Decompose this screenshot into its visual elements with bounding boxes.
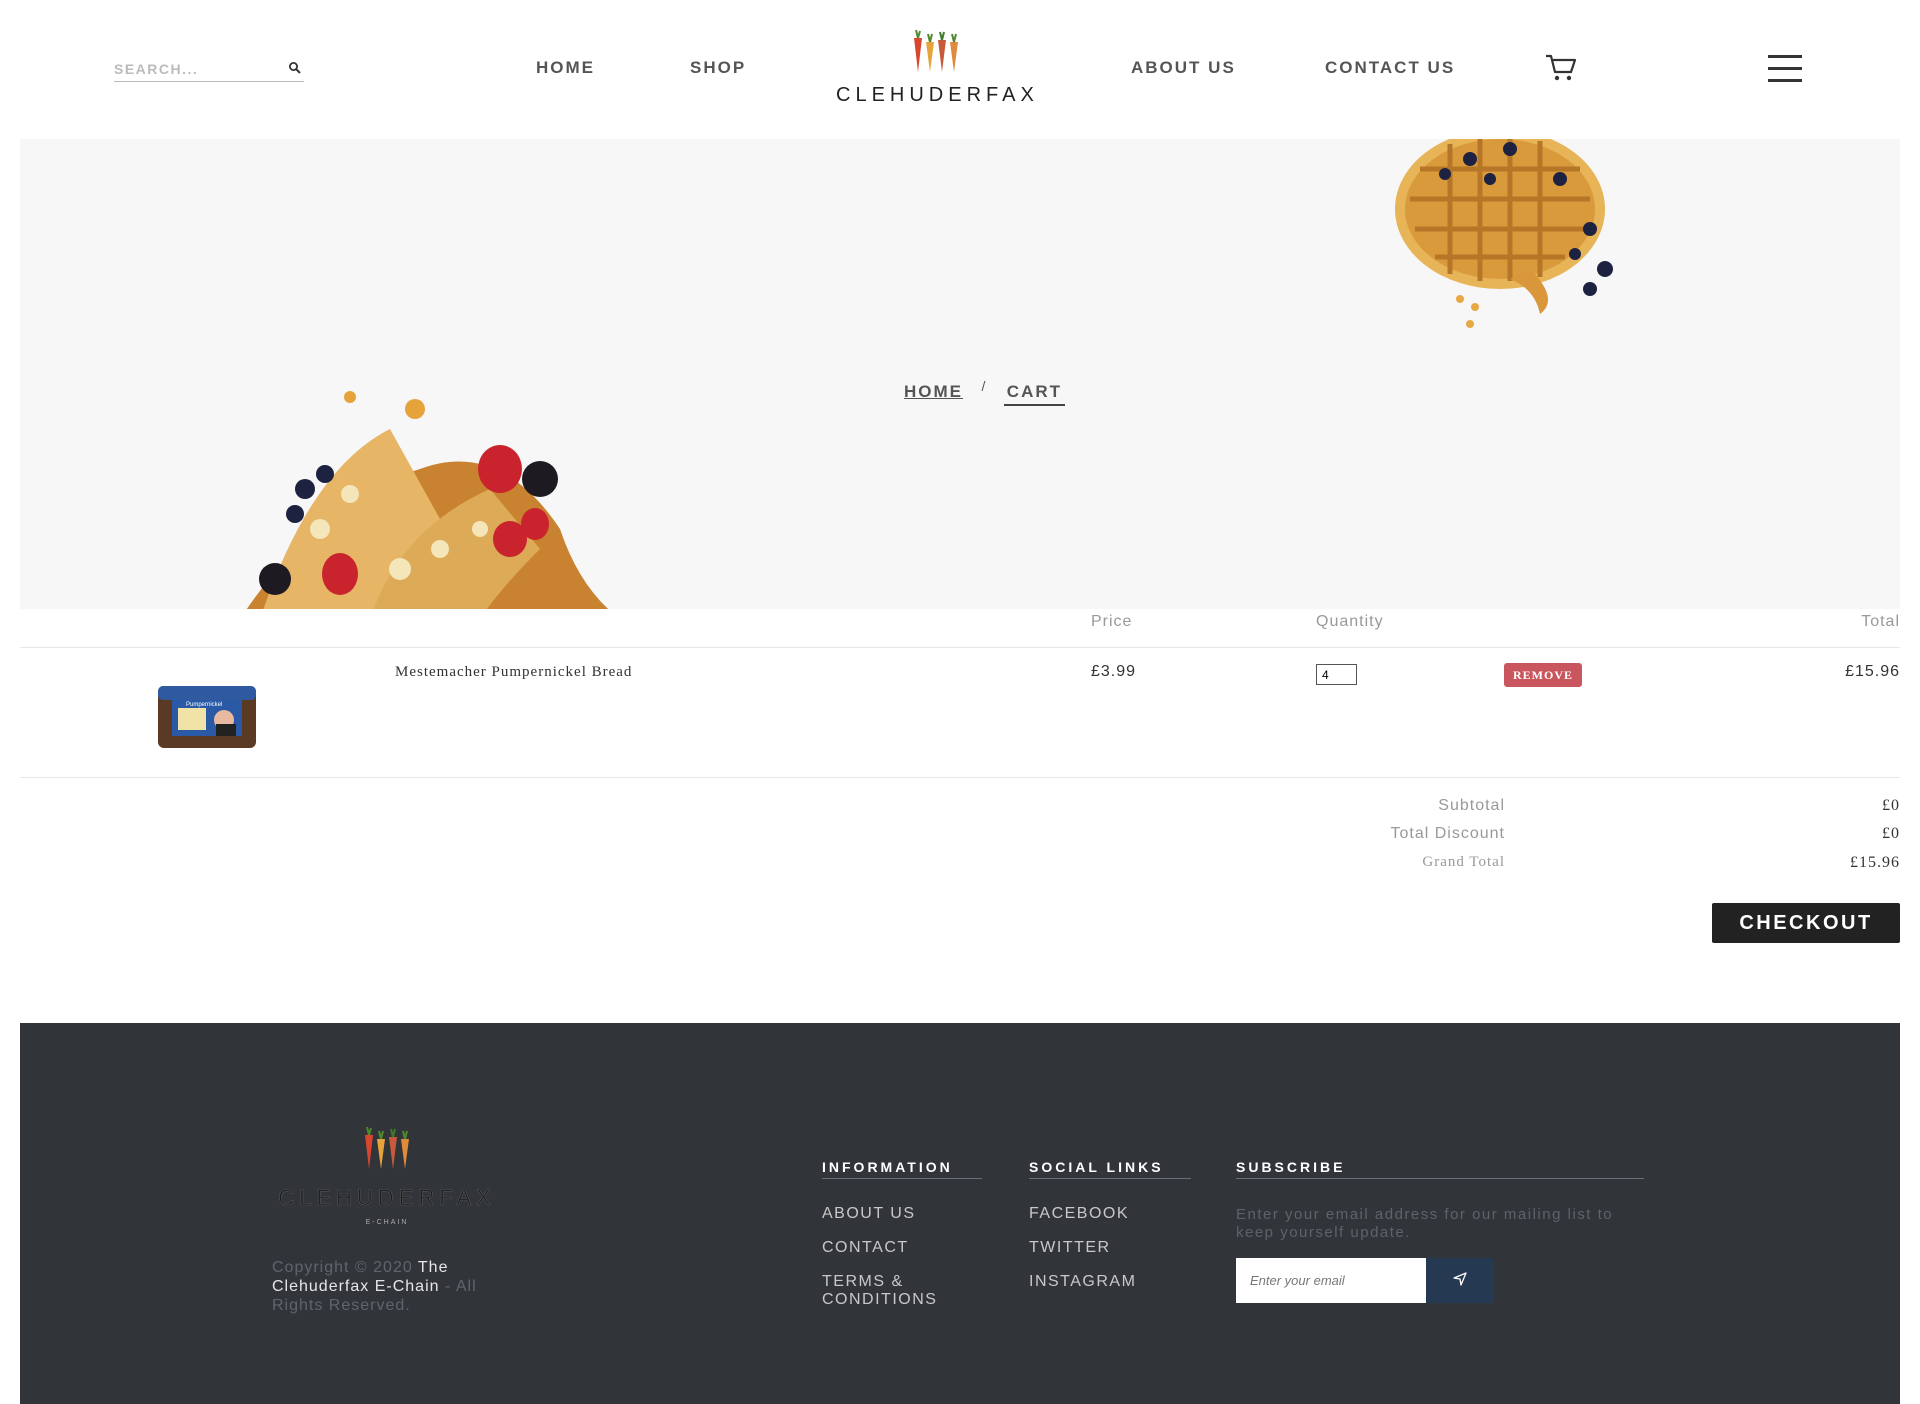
vegetables-logo-icon	[914, 29, 958, 72]
cart-icon[interactable]	[1544, 52, 1578, 82]
social-links-heading: SOCIAL LINKS	[1029, 1159, 1191, 1179]
product-image[interactable]: Pumpernickel	[156, 680, 258, 750]
breadcrumb-current: CART	[1003, 382, 1066, 406]
footer-link-twitter[interactable]: TWITTER	[1029, 1239, 1111, 1257]
send-icon	[1453, 1272, 1467, 1286]
svg-text:Pumpernickel: Pumpernickel	[186, 702, 222, 708]
total-discount-label: Total Discount	[1390, 825, 1505, 842]
nav-contact-us[interactable]: CONTACT US	[1325, 58, 1455, 78]
product-total: £15.96	[1845, 663, 1900, 680]
footer-logo[interactable]: CLEHUDERFAX E-CHAIN	[272, 1123, 502, 1233]
search-box	[114, 58, 304, 82]
brand-logo[interactable]: CLEHUDERFAX	[836, 28, 1036, 112]
grand-total-value: £15.96	[1850, 854, 1900, 871]
column-header-quantity: Quantity	[1316, 613, 1384, 630]
table-divider	[20, 647, 1900, 648]
page-hero-banner: HOME / CART	[20, 139, 1900, 609]
copyright-prefix: Copyright © 2020	[272, 1259, 413, 1276]
nav-home[interactable]: HOME	[536, 58, 595, 78]
footer-link-contact[interactable]: CONTACT	[822, 1239, 909, 1257]
product-price: £3.99	[1091, 663, 1137, 680]
email-input[interactable]	[1236, 1258, 1426, 1303]
checkout-button[interactable]: CHECKOUT	[1712, 903, 1900, 943]
nav-about-us[interactable]: ABOUT US	[1131, 58, 1236, 78]
search-input[interactable]	[114, 58, 279, 80]
column-header-total: Total	[1861, 613, 1900, 630]
subscribe-send-button[interactable]	[1426, 1258, 1494, 1303]
site-footer: CLEHUDERFAX E-CHAIN Copyright © 2020 The…	[20, 1023, 1900, 1404]
subtotal-label: Subtotal	[1438, 797, 1505, 814]
table-divider	[20, 777, 1900, 778]
footer-brand-sub: E-CHAIN	[365, 1219, 409, 1226]
product-name[interactable]: Mestemacher Pumpernickel Bread	[395, 664, 632, 681]
search-icon[interactable]	[288, 61, 302, 75]
breadcrumb-home-link[interactable]: HOME	[904, 382, 963, 401]
quantity-input[interactable]	[1316, 664, 1357, 685]
breadcrumb: HOME / CART	[904, 378, 1066, 406]
information-heading: INFORMATION	[822, 1159, 982, 1179]
vegetables-logo-icon	[365, 1126, 409, 1169]
footer-link-facebook[interactable]: FACEBOOK	[1029, 1205, 1129, 1223]
crepe-image	[246, 391, 609, 609]
subtotal-value: £0	[1882, 797, 1900, 814]
footer-link-instagram[interactable]: INSTAGRAM	[1029, 1273, 1136, 1291]
subscribe-heading: SUBSCRIBE	[1236, 1159, 1644, 1179]
brand-name: CLEHUDERFAX	[836, 84, 1039, 106]
grand-total-label: Grand Total	[1422, 854, 1505, 870]
subscribe-text: Enter your email address for our mailing…	[1236, 1206, 1614, 1241]
footer-link-about-us[interactable]: ABOUT US	[822, 1205, 916, 1223]
footer-link-terms[interactable]: TERMS & CONDITIONS	[822, 1273, 972, 1309]
hamburger-menu-icon[interactable]	[1768, 55, 1802, 83]
column-header-price: Price	[1091, 613, 1133, 630]
total-discount-value: £0	[1882, 825, 1900, 842]
copyright-text: Copyright © 2020 The Clehuderfax E-Chain…	[272, 1258, 512, 1315]
remove-button[interactable]: REMOVE	[1504, 663, 1582, 687]
site-header: HOME SHOP ABOUT US CONTACT US CLEHUDERFA…	[0, 0, 1920, 139]
footer-brand-name: CLEHUDERFAX	[278, 1185, 496, 1211]
waffle-image	[1395, 139, 1613, 328]
breadcrumb-separator: /	[981, 378, 986, 394]
nav-shop[interactable]: SHOP	[690, 58, 746, 78]
